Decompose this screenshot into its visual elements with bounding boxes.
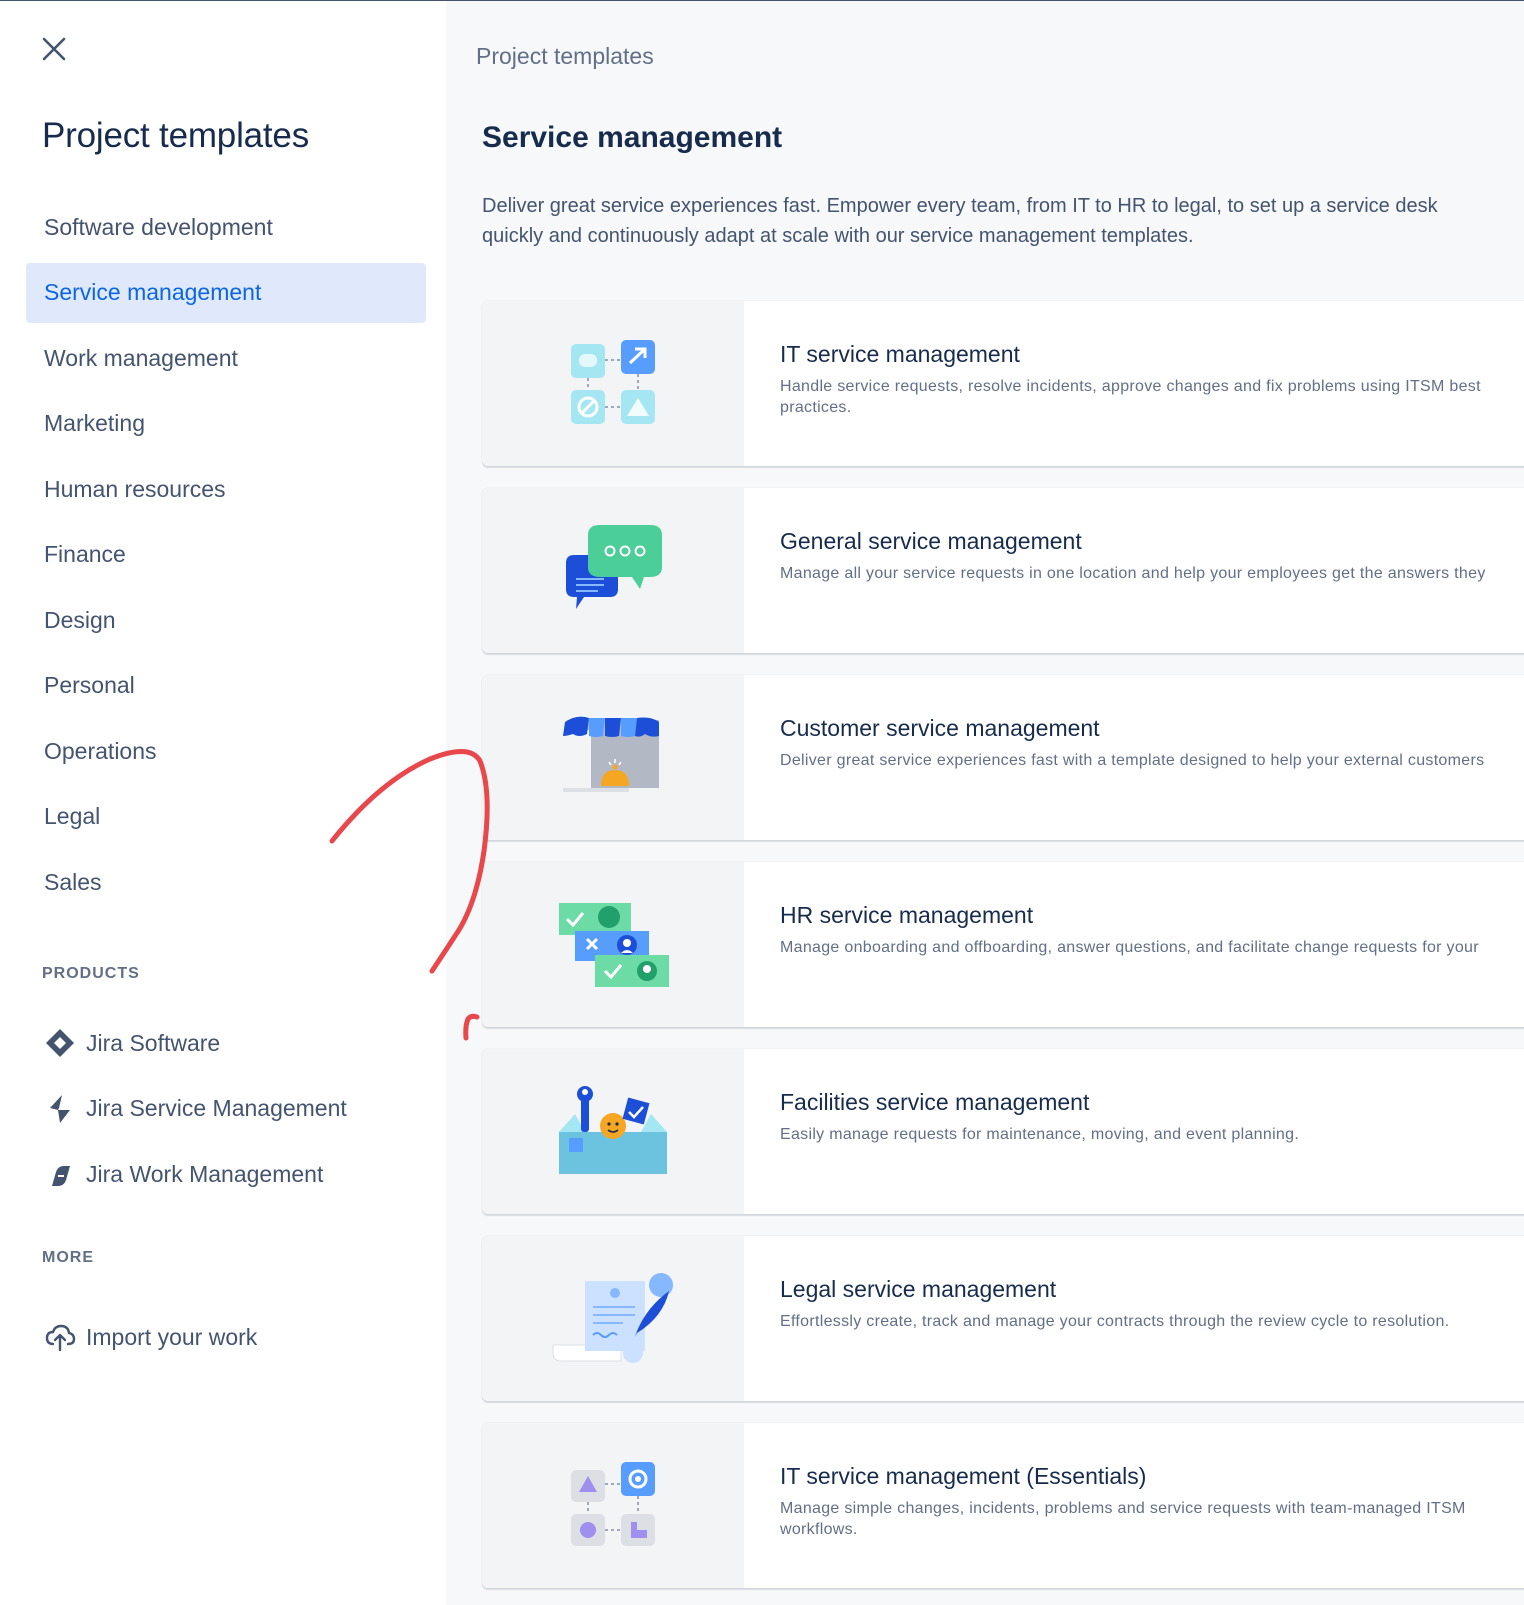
nav-item-design[interactable]: Design (26, 590, 426, 650)
nav-item-sales[interactable]: Sales (26, 852, 426, 912)
sidebar: Project templates Software development S… (0, 1, 446, 1605)
more-list: Import your work (44, 1307, 257, 1373)
nav-item-finance[interactable]: Finance (26, 525, 426, 585)
nav-item-label: Operations (44, 737, 157, 764)
template-card-general-service-management[interactable]: General service management Manage all yo… (482, 488, 1524, 653)
storefront-illustration (563, 716, 659, 792)
product-label: Jira Service Management (86, 1095, 347, 1121)
card-description: Easily manage requests for maintenance, … (780, 1126, 1300, 1143)
product-label: Jira Software (86, 1029, 221, 1056)
more-heading: MORE (42, 1249, 94, 1266)
chat-bubbles-illustration (566, 524, 662, 609)
nav-item-label: Marketing (44, 410, 145, 436)
jira-work-management-icon (52, 1166, 70, 1186)
category-nav: Software development Service management … (26, 197, 426, 918)
card-title: IT service management (780, 341, 1020, 367)
card-description: Manage simple changes, incidents, proble… (780, 1500, 1466, 1538)
nav-item-label: Finance (44, 541, 126, 567)
nav-item-label: Service management (44, 279, 262, 305)
toolbox-illustration (559, 1085, 667, 1174)
template-card-hr-service-management[interactable]: HR service management Manage onboarding … (482, 862, 1524, 1027)
itsm-illustration (571, 339, 655, 424)
nav-item-label: Design (44, 606, 116, 633)
product-item-jira-work-management[interactable]: Jira Work Management (44, 1144, 347, 1204)
page-description: Deliver great service experiences fast. … (482, 195, 1438, 247)
card-title: HR service management (780, 902, 1034, 928)
card-title: General service management (780, 528, 1082, 554)
itsm-essentials-illustration (571, 1461, 655, 1546)
card-description: Handle service requests, resolve inciden… (780, 378, 1481, 416)
product-list: Jira Software Jira Service Management Ji… (44, 1013, 347, 1210)
card-description: Deliver great service experiences fast w… (780, 752, 1485, 769)
template-card-list: IT service management Handle service req… (482, 301, 1524, 1605)
card-title: Legal service management (780, 1276, 1057, 1302)
breadcrumb[interactable]: Project templates (476, 43, 654, 70)
nav-item-label: Personal (44, 672, 135, 698)
card-title: Customer service management (780, 715, 1100, 741)
close-icon (42, 37, 66, 61)
hr-cards-illustration (559, 902, 669, 987)
close-button[interactable] (36, 31, 72, 67)
page-title: Service management (482, 121, 783, 154)
card-description: Manage onboarding and offboarding, answe… (780, 939, 1479, 956)
cloud-upload-icon (45, 1324, 76, 1352)
products-heading: PRODUCTS (42, 965, 140, 982)
import-your-work-link[interactable]: Import your work (44, 1307, 257, 1367)
main-content: Project templates Service management Del… (446, 1, 1524, 1605)
import-your-work-label: Import your work (86, 1323, 258, 1350)
nav-item-label: Sales (44, 868, 102, 895)
nav-item-label: Legal (44, 803, 101, 829)
template-card-it-service-management[interactable]: IT service management Handle service req… (482, 301, 1524, 466)
nav-item-operations[interactable]: Operations (26, 721, 426, 781)
nav-item-work-management[interactable]: Work management (26, 328, 426, 388)
template-card-customer-service-management[interactable]: Customer service management Deliver grea… (482, 675, 1524, 840)
contract-quill-illustration (552, 1272, 673, 1363)
template-card-it-service-management-essentials[interactable]: IT service management (Essentials) Manag… (482, 1423, 1524, 1588)
nav-item-service-management[interactable]: Service management (26, 262, 426, 323)
jira-software-icon (46, 1029, 74, 1057)
product-item-jira-software[interactable]: Jira Software (44, 1013, 347, 1073)
nav-item-label: Software development (44, 213, 273, 240)
nav-item-personal[interactable]: Personal (26, 656, 426, 716)
nav-item-human-resources[interactable]: Human resources (26, 459, 426, 519)
card-title: IT service management (Essentials) (780, 1463, 1147, 1489)
sidebar-title: Project templates (42, 116, 309, 155)
card-description: Manage all your service requests in one … (780, 565, 1486, 582)
template-card-legal-service-management[interactable]: Legal service management Effortlessly cr… (482, 1236, 1524, 1401)
template-card-facilities-service-management[interactable]: Facilities service management Easily man… (482, 1049, 1524, 1214)
product-item-jira-service-management[interactable]: Jira Service Management (44, 1079, 347, 1139)
nav-item-legal[interactable]: Legal (26, 787, 426, 847)
product-label: Jira Work Management (86, 1160, 324, 1187)
card-description: Effortlessly create, track and manage yo… (780, 1313, 1450, 1330)
card-title: Facilities service management (780, 1089, 1090, 1115)
nav-item-software-development[interactable]: Software development (26, 197, 426, 257)
jira-service-management-icon (50, 1094, 70, 1123)
nav-item-label: Human resources (44, 475, 226, 502)
nav-item-marketing[interactable]: Marketing (26, 394, 426, 454)
nav-item-label: Work management (44, 344, 238, 371)
